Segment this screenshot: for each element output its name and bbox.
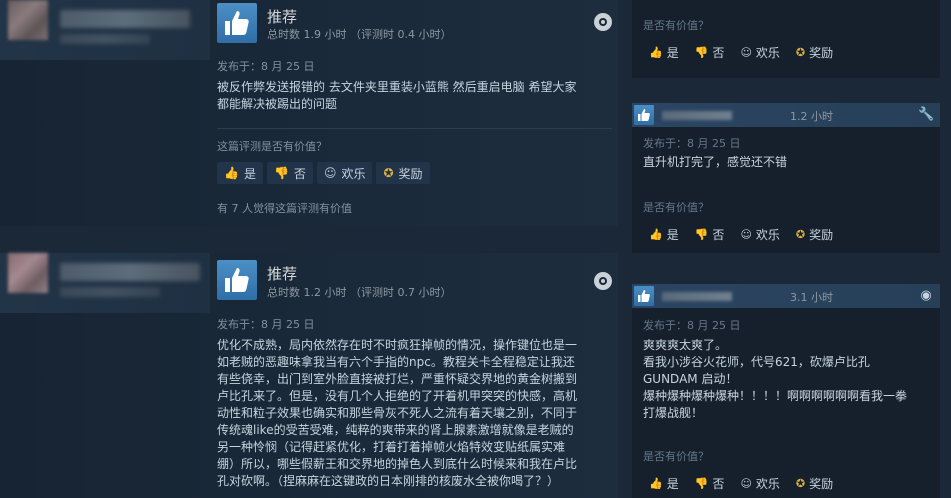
vote-no-button[interactable]: 👎 否 — [690, 42, 730, 62]
comment-card: 3.1 小时 ◉ 发布于：8 月 25 日 爽爽爽太爽了。 看我小涉谷火花师，代… — [632, 284, 940, 498]
thumbs-up-icon — [634, 105, 654, 125]
thumbs-down-icon: 👎 — [273, 166, 289, 180]
award-icon: ✪ — [795, 227, 806, 241]
award-icon: ✪ — [383, 166, 394, 180]
avatar[interactable] — [8, 0, 48, 40]
thumbs-up-icon: 👍 — [224, 166, 239, 180]
reviewer-info[interactable] — [0, 253, 210, 313]
commenter-name-blurred[interactable] — [662, 111, 732, 120]
review-verdict[interactable]: 推荐 — [267, 263, 297, 284]
reviewer-meta-blurred — [60, 34, 150, 44]
vote-yes-button[interactable]: 👍 是 — [644, 42, 684, 62]
steam-icon — [594, 13, 612, 31]
vote-yes-button[interactable]: 👍 是 — [644, 224, 684, 244]
review-body: 被反作弊发送报错的 去文件夹里重装小蓝熊 然后重启电脑 希望大家 都能解决被踢出… — [217, 80, 577, 111]
vote-buttons: 👍 是 👎 否 ☺ 欢乐 ✪ 奖励 — [644, 224, 838, 244]
vote-no-button[interactable]: 👎 否 — [266, 162, 313, 184]
comment-hours: 3.1 小时 — [790, 291, 833, 304]
helpful-question: 是否有价值？ — [643, 19, 709, 32]
reviewer-name-blurred[interactable] — [60, 263, 200, 281]
reviewer-name-blurred[interactable] — [60, 10, 190, 28]
comment-text: 爽爽爽太爽了。 看我小涉谷火花师，代号621，砍爆卢比孔 GUNDAM 启动！ … — [643, 338, 908, 420]
comment-post-date: 发布于：8 月 25 日 — [643, 319, 741, 332]
comment-post-date: 发布于：8 月 25 日 — [643, 137, 741, 150]
comment-text: 直升机打完了，感觉还不错 — [643, 155, 788, 169]
helpful-count: 有 7 人觉得这篇评测有价值 — [217, 202, 352, 215]
comment-hours: 1.2 小时 — [790, 110, 833, 123]
vote-no-button[interactable]: 👎 否 — [690, 473, 730, 493]
comment-header[interactable]: 3.1 小时 ◉ — [632, 284, 940, 308]
review-hours: 总时数 1.9 小时 （评测时 0.4 小时） — [267, 28, 452, 41]
comment-header[interactable]: 1.2 小时 🔧 — [632, 103, 940, 127]
helpful-question: 是否有价值？ — [643, 450, 709, 463]
award-button[interactable]: ✪ 奖励 — [791, 42, 838, 62]
reviews-column: 推荐 总时数 1.9 小时 （评测时 0.4 小时） 发布于：8 月 25 日 … — [0, 0, 618, 498]
thumbs-up-icon: 👍 — [649, 45, 663, 59]
wrench-icon: 🔧 — [918, 107, 935, 122]
vote-no-button[interactable]: 👎 否 — [690, 224, 730, 244]
thumbs-down-icon: 👎 — [694, 227, 709, 241]
commenter-name-blurred[interactable] — [662, 292, 732, 301]
comment-card: 1.2 小时 🔧 发布于：8 月 25 日 直升机打完了，感觉还不错 是否有价值… — [632, 103, 940, 253]
steam-icon: ◉ — [920, 288, 932, 303]
vote-buttons: 👍 是 👎 否 ☺ 欢乐 ✪ 奖励 — [644, 473, 838, 493]
vote-yes-button[interactable]: 👍 是 — [217, 162, 263, 184]
comments-column: 是否有价值？ 👍 是 👎 否 ☺ 欢乐 ✪ 奖励 1.2 小时 🔧 发布于：8 … — [632, 0, 951, 498]
review-post-date: 发布于：8 月 25 日 — [217, 60, 315, 73]
smiley-icon: ☺ — [323, 166, 337, 180]
review-divider — [217, 128, 612, 129]
thumbs-up-icon — [217, 3, 257, 43]
thumbs-down-icon: 👎 — [694, 45, 709, 59]
steam-icon — [594, 272, 612, 290]
vote-funny-button[interactable]: ☺ 欢乐 — [316, 162, 373, 184]
review-hours: 总时数 1.2 小时 （评测时 0.7 小时） — [267, 286, 452, 299]
smiley-icon: ☺ — [740, 227, 752, 241]
helpful-question: 是否有价值？ — [643, 201, 709, 214]
reviewer-info[interactable] — [0, 0, 210, 60]
thumbs-up-icon: 👍 — [649, 227, 663, 241]
vote-yes-button[interactable]: 👍 是 — [644, 473, 684, 493]
smiley-icon: ☺ — [740, 476, 752, 490]
avatar[interactable] — [8, 253, 48, 293]
vote-funny-button[interactable]: ☺ 欢乐 — [735, 473, 784, 493]
review-verdict[interactable]: 推荐 — [267, 6, 297, 27]
award-button[interactable]: ✪ 奖励 — [791, 473, 838, 493]
smiley-icon: ☺ — [740, 45, 752, 59]
review-body: 优化不成熟，局内依然存在时不时疯狂掉帧的情况，操作键位也是一 如老贼的恶趣味拿我… — [217, 338, 578, 488]
review-card: 推荐 总时数 1.2 小时 （评测时 0.7 小时） 发布于：8 月 25 日 … — [0, 253, 618, 498]
award-icon: ✪ — [795, 476, 806, 490]
thumbs-up-icon — [217, 260, 257, 300]
helpful-question: 这篇评测是否有价值？ — [217, 140, 327, 153]
vote-buttons: 👍 是 👎 否 ☺ 欢乐 ✪ 奖励 — [217, 162, 430, 184]
review-post-date: 发布于：8 月 25 日 — [217, 318, 315, 331]
vote-funny-button[interactable]: ☺ 欢乐 — [735, 42, 784, 62]
award-button[interactable]: ✪ 奖励 — [376, 162, 430, 184]
comment-card: 是否有价值？ 👍 是 👎 否 ☺ 欢乐 ✪ 奖励 — [632, 0, 940, 78]
thumbs-up-icon — [634, 286, 654, 306]
thumbs-up-icon: 👍 — [649, 476, 663, 490]
award-button[interactable]: ✪ 奖励 — [791, 224, 838, 244]
award-icon: ✪ — [795, 45, 806, 59]
vote-funny-button[interactable]: ☺ 欢乐 — [735, 224, 784, 244]
thumbs-down-icon: 👎 — [694, 476, 709, 490]
vote-buttons: 👍 是 👎 否 ☺ 欢乐 ✪ 奖励 — [644, 42, 838, 62]
reviewer-meta-blurred — [60, 287, 160, 297]
review-card: 推荐 总时数 1.9 小时 （评测时 0.4 小时） 发布于：8 月 25 日 … — [0, 0, 618, 226]
